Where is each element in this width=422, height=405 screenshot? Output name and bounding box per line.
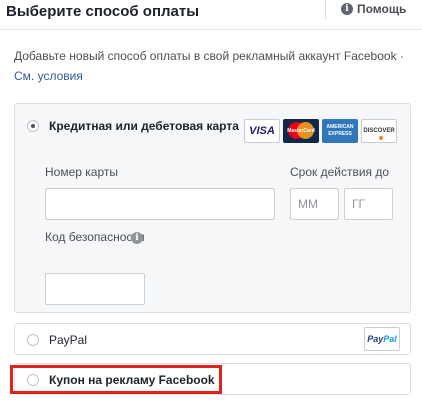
discover-logo: DISCOVER — [361, 119, 397, 143]
description-text: Добавьте новый способ оплаты в свой рекл… — [14, 49, 404, 63]
card-number-label: Номер карты — [45, 165, 118, 179]
paypal-radio[interactable] — [27, 334, 39, 346]
terms-link[interactable]: См. условия — [14, 69, 83, 83]
security-code-input[interactable] — [45, 273, 145, 305]
help-label: Помощь — [357, 2, 407, 16]
card-logos: VISA MasterCard AMERICAN EXPRESS DISCOVE… — [244, 119, 397, 143]
description: Добавьте новый способ оплаты в свой рекл… — [14, 46, 414, 86]
info-icon: i — [341, 3, 353, 15]
paypal-logo: Pay Pal — [364, 327, 400, 351]
card-option-label: Кредитная или дебетовая карта — [49, 119, 239, 133]
expiry-month-input[interactable] — [290, 188, 339, 220]
paypal-option-label: PayPal — [49, 333, 88, 347]
amex-logo: AMERICAN EXPRESS — [322, 119, 358, 143]
card-number-input[interactable] — [45, 188, 275, 220]
expiry-year-input[interactable] — [344, 188, 393, 220]
highlight-annotation — [10, 365, 222, 394]
expiry-label: Срок действия до — [290, 165, 390, 179]
help-button[interactable]: i Помощь — [341, 2, 406, 16]
security-code-label: Код безопасности — [45, 230, 145, 244]
visa-logo: VISA — [244, 119, 280, 143]
dialog-header: Выберите способ оплаты i Помощь — [0, 0, 422, 30]
header-divider — [325, 0, 326, 20]
page-title: Выберите способ оплаты — [6, 3, 200, 20]
card-payment-option[interactable]: Кредитная или дебетовая карта VISA Maste… — [14, 103, 411, 313]
paypal-payment-option[interactable]: PayPal Pay Pal — [14, 323, 411, 355]
card-radio[interactable] — [27, 120, 39, 132]
mastercard-logo: MasterCard — [283, 119, 319, 143]
security-info-icon[interactable]: i — [131, 232, 143, 244]
